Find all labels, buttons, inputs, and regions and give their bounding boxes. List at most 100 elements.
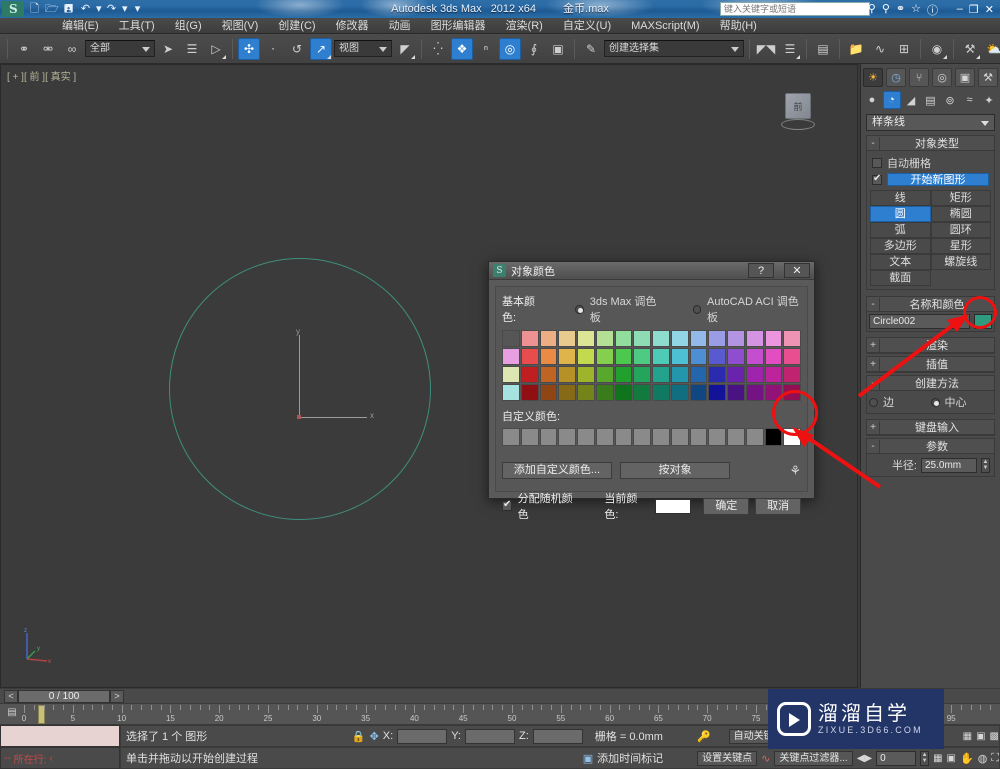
start-new-shape-button[interactable]: 开始新图形 — [887, 173, 989, 186]
shape-button-donut[interactable]: 圆环 — [930, 222, 991, 238]
space-warps-button[interactable]: ≈ — [961, 91, 979, 109]
palette-swatch-0-10[interactable] — [689, 330, 708, 347]
helpers-button[interactable]: ⊚ — [941, 91, 959, 109]
render-setup-icon[interactable]: ⚒ — [959, 38, 981, 60]
palette-swatch-2-7[interactable] — [633, 366, 651, 383]
palette-swatch-3-6[interactable] — [614, 384, 633, 401]
palette-swatch-0-8[interactable] — [652, 330, 670, 347]
edit-named-selection-icon[interactable]: ∮ — [523, 38, 545, 60]
radius-input[interactable]: 25.0mm — [921, 457, 977, 473]
spinner-snap-icon[interactable]: ◎ — [499, 37, 521, 60]
object-color-dialog[interactable]: S 对象颜色 ? ✕ 基本颜色: 3ds Max 调色板 AutoCAD ACI… — [488, 261, 815, 521]
creation-method-edge[interactable]: 边 — [869, 394, 931, 410]
shape-button-circle[interactable]: 圆 — [870, 206, 931, 222]
palette-swatch-0-6[interactable] — [614, 330, 633, 347]
search-icon[interactable]: ⚲ — [868, 2, 876, 18]
maximize-viewport-icon[interactable]: ⛶ — [991, 752, 999, 765]
palette-swatch-2-11[interactable] — [708, 366, 726, 383]
custom-color-row[interactable] — [502, 428, 801, 446]
palette-swatch-2-13[interactable] — [745, 366, 764, 383]
select-region-icon[interactable]: ▣ — [947, 753, 956, 764]
start-new-shape-row[interactable]: 开始新图形 — [870, 172, 991, 187]
material-editor-icon[interactable]: ◉ — [926, 38, 948, 60]
cancel-button[interactable]: 取消 — [755, 497, 801, 515]
palette-swatch-2-9[interactable] — [670, 366, 689, 383]
palette-swatch-1-14[interactable] — [764, 348, 783, 365]
shape-button-star[interactable]: 星形 — [930, 238, 991, 254]
unlink-selection-icon[interactable]: ⚮ — [37, 38, 59, 60]
shape-button-section[interactable]: 截面 — [870, 270, 931, 286]
interpolation-header[interactable]: + 插值 — [867, 357, 994, 372]
custom-color-swatch-14[interactable] — [764, 428, 783, 446]
radius-spinner[interactable]: ▲ ▼ — [981, 457, 990, 473]
object-category-combo[interactable]: 样条线 — [866, 114, 995, 131]
help-search-icon[interactable]: ⚲ — [882, 2, 890, 18]
menu-item-edit[interactable]: 编辑(E) — [52, 18, 109, 34]
shape-button-line[interactable]: 线 — [870, 190, 931, 206]
palette-swatch-0-3[interactable] — [558, 330, 576, 347]
select-and-rotate-icon[interactable]: ⋅ — [262, 38, 284, 60]
select-and-link-icon[interactable]: ⚭ — [13, 38, 35, 60]
palette-swatch-2-2[interactable] — [539, 366, 558, 383]
spell-check-icon[interactable]: ✎ — [580, 38, 602, 60]
custom-color-swatch-4[interactable] — [577, 428, 595, 446]
graphite-modeling-icon[interactable]: 📁 — [845, 38, 867, 60]
custom-color-swatch-12[interactable] — [727, 428, 745, 446]
palette-swatch-3-14[interactable] — [764, 384, 783, 401]
palette-swatch-3-1[interactable] — [520, 384, 539, 401]
palette-swatch-2-12[interactable] — [727, 366, 745, 383]
palette-swatch-3-5[interactable] — [595, 384, 614, 401]
add-time-tag-icon[interactable]: ▣ — [583, 752, 593, 765]
palette-swatch-1-6[interactable] — [614, 348, 633, 365]
custom-color-swatch-13[interactable] — [745, 428, 764, 446]
eyedropper-icon[interactable]: ⚘ — [789, 463, 801, 479]
hierarchy-tab[interactable]: ⑂ — [909, 68, 929, 87]
palette-swatch-2-10[interactable] — [689, 366, 708, 383]
select-region-icon[interactable]: ▷ — [205, 38, 227, 60]
viewport-label[interactable]: [ + ][ 前 ][ 真实 ] — [7, 68, 76, 83]
palette-swatch-1-11[interactable] — [708, 348, 726, 365]
minimize-button[interactable]: – — [957, 3, 963, 15]
menu-item-rendering[interactable]: 渲染(R) — [496, 18, 553, 34]
motion-tab[interactable]: ◎ — [932, 68, 952, 87]
set-key-button[interactable]: 设置关键点 — [697, 750, 758, 766]
dialog-help-button[interactable]: ? — [748, 263, 774, 278]
custom-color-swatch-3[interactable] — [558, 428, 576, 446]
menu-item-animation[interactable]: 动画 — [379, 18, 421, 34]
palette-swatch-0-2[interactable] — [539, 330, 558, 347]
custom-color-swatch-7[interactable] — [633, 428, 651, 446]
palette-swatch-0-14[interactable] — [764, 330, 783, 347]
select-and-scale-icon[interactable]: ↺ — [286, 38, 308, 60]
help-icon[interactable]: ⓘ — [927, 2, 938, 18]
mini-listener-output[interactable] — [0, 725, 120, 747]
geometry-button[interactable]: ● — [863, 91, 881, 109]
utilities-tab[interactable]: ⚒ — [978, 68, 998, 87]
object-type-header[interactable]: - 对象类型 — [867, 136, 994, 151]
modify-tab[interactable]: ◷ — [886, 68, 906, 87]
palette-swatch-0-11[interactable] — [708, 330, 726, 347]
rendered-frame-window-icon[interactable]: ⛅ — [983, 38, 1000, 60]
palette-swatch-0-0[interactable] — [502, 330, 520, 347]
curve-editor-icon[interactable]: ∿ — [869, 38, 891, 60]
center-radio[interactable] — [930, 397, 940, 407]
palette-swatch-3-2[interactable] — [539, 384, 558, 401]
render-header[interactable]: + 渲染 — [867, 338, 994, 353]
systems-button[interactable]: ✦ — [980, 91, 998, 109]
palette-swatch-3-8[interactable] — [652, 384, 670, 401]
zoom-extents-icon[interactable]: ▩ — [990, 731, 999, 742]
menu-item-views[interactable]: 视图(V) — [212, 18, 269, 34]
palette-swatch-1-3[interactable] — [558, 348, 576, 365]
bind-to-space-warp-icon[interactable]: ∞ — [61, 38, 83, 60]
name-and-color-swatch[interactable] — [974, 314, 992, 329]
select-and-place-icon[interactable]: ↗ — [310, 37, 332, 60]
manage-layers-icon[interactable]: ▣ — [547, 38, 569, 60]
palette-swatch-3-11[interactable] — [708, 384, 726, 401]
maximize-button[interactable]: ❐ — [969, 3, 979, 16]
rollout-expand-icon[interactable]: + — [867, 338, 880, 352]
select-and-move-icon[interactable]: ✣ — [238, 37, 260, 60]
palette-swatch-2-1[interactable] — [520, 366, 539, 383]
key-filter-curve-icon[interactable]: ∿ — [761, 752, 770, 765]
mini-listener-caret[interactable]: ‹ — [49, 753, 52, 764]
palette-swatch-0-5[interactable] — [595, 330, 614, 347]
palette-swatch-3-9[interactable] — [670, 384, 689, 401]
